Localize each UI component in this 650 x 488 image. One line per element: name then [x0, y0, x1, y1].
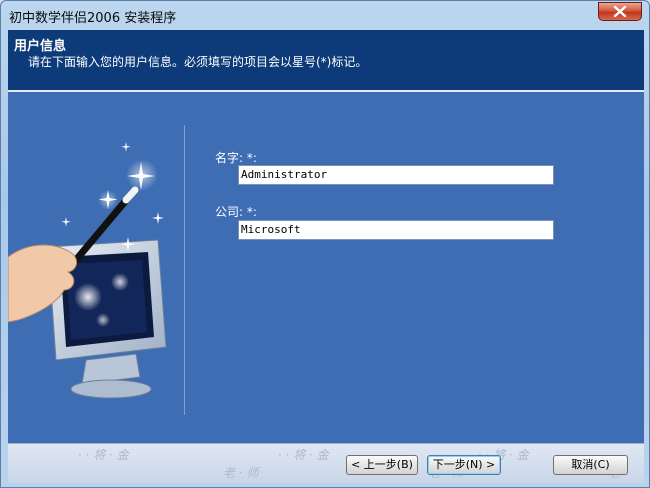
installer-window: 初中数学伴侣2006 安装程序 用户信息 请在下面输入您的用户信息。必须填写的项…	[0, 0, 650, 488]
company-field[interactable]: Microsoft	[238, 220, 554, 240]
cancel-button[interactable]: 取消(C)	[553, 455, 628, 475]
illustration-divider	[184, 125, 185, 415]
page-subtitle: 请在下面输入您的用户信息。必须填写的项目会以星号(*)标记。	[28, 55, 368, 69]
wizard-header: 用户信息 请在下面输入您的用户信息。必须填写的项目会以星号(*)标记。	[8, 30, 644, 90]
watermark-text: · · 将 · 金	[78, 448, 129, 462]
name-field[interactable]: Administrator	[238, 165, 554, 185]
name-label: 名字: *:	[215, 151, 257, 165]
company-label: 公司: *:	[215, 205, 257, 219]
wizard-illustration	[8, 142, 167, 399]
title-bar[interactable]: 初中数学伴侣2006 安装程序	[1, 1, 650, 29]
close-button[interactable]	[598, 2, 642, 21]
watermark-text: · · 将 · 金	[278, 448, 329, 462]
wizard-footer: · · 将 · 金 老 · 师 · · 将 · 金 老 · 师 · · 将 · …	[8, 443, 644, 483]
page-title: 用户信息	[14, 39, 67, 54]
wizard-client-area: 用户信息 请在下面输入您的用户信息。必须填写的项目会以星号(*)标记。 名字: …	[8, 30, 644, 483]
back-button[interactable]: < 上一步(B)	[346, 455, 418, 475]
watermark-text: 老 · 师	[223, 466, 259, 480]
next-button[interactable]: 下一步(N) >	[427, 455, 501, 475]
window-title: 初中数学伴侣2006 安装程序	[9, 11, 177, 26]
close-icon	[613, 6, 627, 17]
